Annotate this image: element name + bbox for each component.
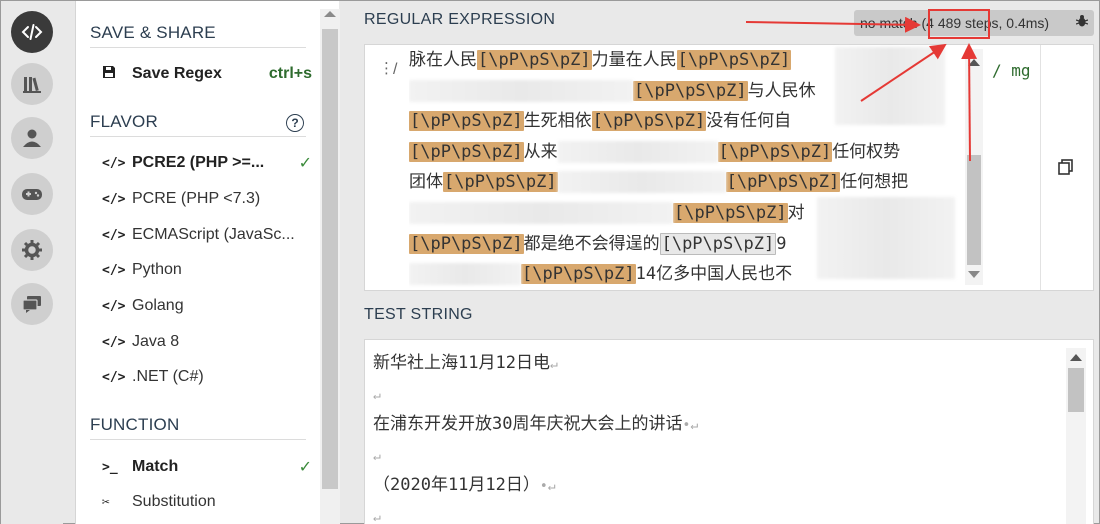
match-token: [\pP\pS\pZ] (477, 50, 592, 70)
check-icon: ✓ (298, 155, 312, 172)
code-icon: </> (102, 334, 126, 350)
flavor-item-pcre[interactable]: </> PCRE (PHP <7.3) (102, 187, 312, 211)
function-item-substitution[interactable]: ✂ Substitution (102, 490, 312, 514)
gear-icon[interactable] (11, 229, 53, 271)
test-string-input[interactable]: 新华社上海11月12日电↵ ↵ 在浦东开发开放30周年庆祝大会上的讲话•↵ ↵ … (373, 348, 1063, 524)
test-scrollbar[interactable] (1066, 348, 1086, 524)
check-icon: ✓ (298, 459, 312, 476)
dot-icon: • (539, 479, 548, 495)
code-icon: </> (102, 298, 126, 314)
scissors-icon: ✂ (102, 494, 110, 510)
code-icon[interactable] (11, 11, 53, 53)
match-token: [\pP\pS\pZ] (725, 172, 841, 193)
function-title: FUNCTION (90, 415, 180, 434)
regex-open-delimiter: / (393, 61, 398, 78)
divider (90, 47, 306, 48)
match-token: [\pP\pS\pZ] (633, 80, 748, 101)
return-icon: ↵ (549, 357, 558, 372)
regex-flags[interactable]: / mg (992, 61, 1031, 80)
code-icon: </> (102, 227, 126, 243)
match-token: [\pP\pS\pZ] (409, 141, 524, 162)
match-token: [\pP\pS\pZ] (673, 202, 788, 223)
chat-icon[interactable] (11, 283, 53, 325)
return-icon: ↵ (373, 509, 381, 524)
match-token: [\pP\pS\pZ] (676, 50, 792, 70)
divider (90, 439, 306, 440)
scroll-down-icon[interactable] (968, 271, 980, 278)
match-token: [\pP\pS\pZ] (521, 264, 636, 285)
redacted-block (557, 171, 726, 194)
gamepad-icon[interactable] (11, 173, 53, 215)
scroll-up-icon[interactable] (1070, 354, 1082, 361)
divider (90, 136, 306, 137)
code-icon: </> (102, 369, 126, 385)
match-token: [\pP\pS\pZ] (409, 111, 524, 132)
match-token: [\pP\pS\pZ] (717, 141, 833, 162)
scroll-up-icon[interactable] (968, 59, 980, 66)
user-icon[interactable] (11, 117, 53, 159)
save-regex-label: Save Regex (132, 65, 222, 82)
annotation-highlight-box (928, 9, 990, 39)
redacted-block (557, 140, 718, 163)
terminal-icon: >_ (102, 459, 118, 475)
sidebar-scroll-thumb[interactable] (322, 29, 338, 489)
function-item-match[interactable]: >_ Match ✓ (102, 455, 312, 479)
flavor-item-golang[interactable]: </> Golang (102, 294, 312, 318)
flavor-item-pcre2[interactable]: </> PCRE2 (PHP >=... ✓ (102, 151, 312, 175)
return-icon: ↵ (690, 418, 699, 434)
flavor-title: FLAVOR (90, 112, 158, 131)
regex-input-area[interactable]: ⋮ / 脉在人民[\pP\pS\pZ]力量在人民[\pP\pS\pZ] [\pP… (365, 45, 1041, 290)
match-token: [\pP\pS\pZ] (409, 233, 524, 254)
floppy-icon (102, 65, 132, 83)
copy-icon[interactable] (1058, 159, 1074, 175)
test-section-title: TEST STRING (364, 306, 473, 323)
plain-token: [\pP\pS\pZ] (659, 232, 777, 255)
code-icon: </> (102, 191, 126, 207)
regex-scrollbar[interactable] (965, 49, 983, 285)
match-token: [\pP\pS\pZ] (443, 172, 558, 193)
redacted-block (817, 197, 955, 279)
drag-handle-icon[interactable]: ⋮ (379, 59, 394, 77)
redacted-block (835, 47, 945, 125)
test-string-editor[interactable]: 新华社上海11月12日电↵ ↵ 在浦东开发开放30周年庆祝大会上的讲话•↵ ↵ … (364, 339, 1094, 524)
regex-section-title: REGULAR EXPRESSION (364, 11, 556, 28)
code-icon: </> (102, 155, 126, 171)
match-token: [\pP\pS\pZ] (591, 111, 707, 132)
bug-icon[interactable] (1075, 14, 1089, 31)
code-icon: </> (102, 262, 126, 278)
icon-rail (1, 1, 63, 524)
return-icon: ↵ (373, 448, 381, 464)
sidebar-panel: SAVE & SHARE Save Regex ctrl+s FLAVOR ? … (75, 1, 340, 524)
save-shortcut: ctrl+s (268, 65, 312, 82)
redacted-block (409, 79, 633, 102)
save-share-title: SAVE & SHARE (90, 23, 216, 42)
library-icon[interactable] (11, 63, 53, 105)
flavor-item-dotnet[interactable]: </> .NET (C#) (102, 365, 312, 389)
regex-editor[interactable]: ⋮ / 脉在人民[\pP\pS\pZ]力量在人民[\pP\pS\pZ] [\pP… (364, 44, 1094, 291)
flavor-item-ecmascript[interactable]: </> ECMAScript (JavaSc... (102, 223, 312, 247)
scroll-up-icon[interactable] (324, 11, 336, 17)
test-scroll-thumb[interactable] (1068, 368, 1084, 412)
redacted-block (409, 201, 673, 224)
redacted-block (409, 263, 521, 286)
flavor-item-java8[interactable]: </> Java 8 (102, 330, 312, 354)
return-icon: ↵ (547, 479, 556, 495)
save-regex-button[interactable]: Save Regex ctrl+s (102, 62, 312, 86)
flavor-item-python[interactable]: </> Python (102, 258, 312, 282)
return-icon: ↵ (373, 387, 381, 403)
regex-scroll-thumb[interactable] (967, 155, 981, 265)
help-icon[interactable]: ? (286, 114, 304, 132)
